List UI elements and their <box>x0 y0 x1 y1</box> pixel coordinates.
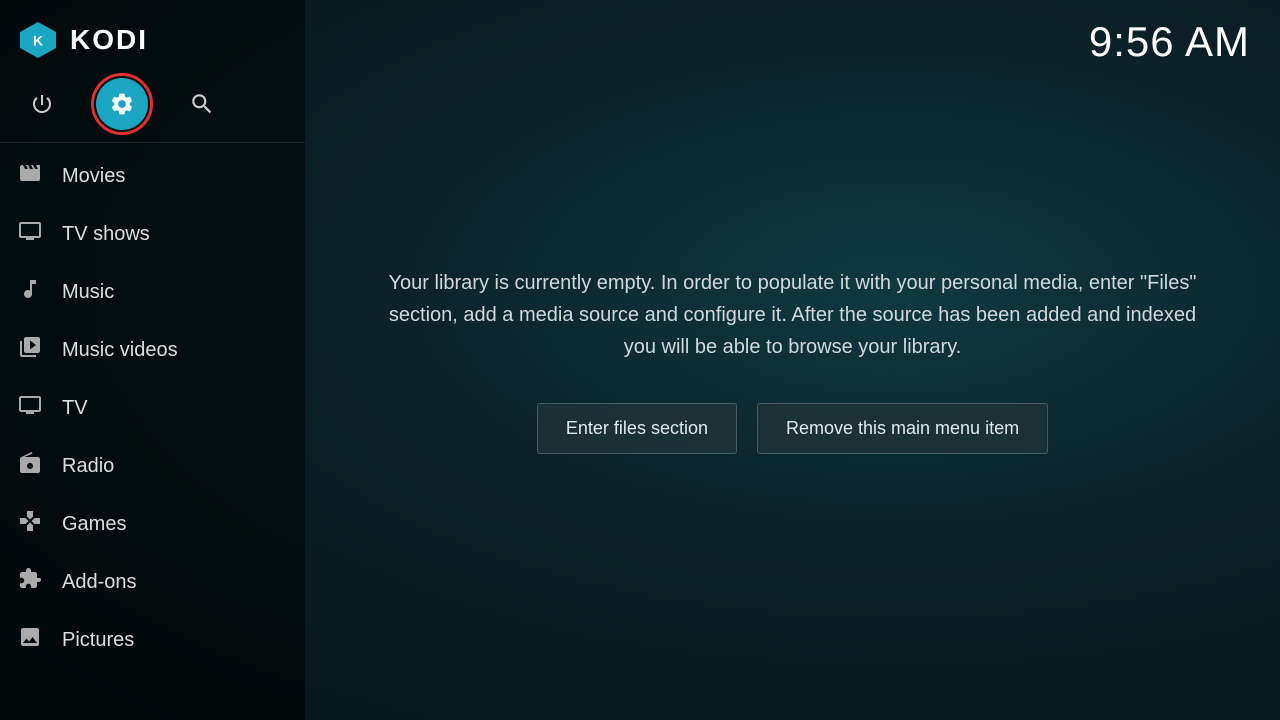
pictures-label: Pictures <box>62 629 134 652</box>
sidebar-item-tv-shows[interactable]: TV shows <box>0 205 305 263</box>
games-icon <box>16 509 44 539</box>
music-label: Music <box>62 281 114 304</box>
addons-icon <box>16 567 44 597</box>
pictures-icon <box>16 625 44 655</box>
clock: 9:56 AM <box>1089 18 1250 66</box>
radio-label: Radio <box>62 455 114 478</box>
tv-label: TV <box>62 397 88 420</box>
sidebar-item-movies[interactable]: Movies <box>0 147 305 205</box>
add-ons-label: Add-ons <box>62 571 137 594</box>
sidebar-divider <box>0 142 305 143</box>
music-icon <box>16 277 44 307</box>
sidebar-item-pictures[interactable]: Pictures <box>0 611 305 669</box>
enter-files-button[interactable]: Enter files section <box>537 403 737 454</box>
tv-shows-icon <box>16 219 44 249</box>
sidebar-toolbar <box>0 72 305 142</box>
nav-list: Movies TV shows Music Music videos TV <box>0 147 305 669</box>
music-videos-icon <box>16 335 44 365</box>
radio-icon <box>16 451 44 481</box>
tv-icon <box>16 393 44 423</box>
sidebar: K KODI Mo <box>0 0 305 720</box>
sidebar-item-radio[interactable]: Radio <box>0 437 305 495</box>
games-label: Games <box>62 513 126 536</box>
sidebar-item-music[interactable]: Music <box>0 263 305 321</box>
music-videos-label: Music videos <box>62 339 178 362</box>
app-title: KODI <box>70 24 148 56</box>
remove-menu-item-button[interactable]: Remove this main menu item <box>757 403 1048 454</box>
sidebar-item-music-videos[interactable]: Music videos <box>0 321 305 379</box>
sidebar-item-tv[interactable]: TV <box>0 379 305 437</box>
sidebar-item-add-ons[interactable]: Add-ons <box>0 553 305 611</box>
settings-button[interactable] <box>96 78 148 130</box>
sidebar-header: K KODI <box>0 0 305 72</box>
movies-label: Movies <box>62 165 125 188</box>
main-content: 9:56 AM Your library is currently empty.… <box>305 0 1280 720</box>
movies-icon <box>16 161 44 191</box>
action-buttons: Enter files section Remove this main men… <box>537 403 1048 454</box>
kodi-logo: K <box>16 18 60 62</box>
tv-shows-label: TV shows <box>62 223 150 246</box>
search-button[interactable] <box>176 78 228 130</box>
library-empty-message: Your library is currently empty. In orde… <box>358 267 1228 363</box>
power-button[interactable] <box>16 78 68 130</box>
svg-text:K: K <box>33 33 43 49</box>
sidebar-item-games[interactable]: Games <box>0 495 305 553</box>
